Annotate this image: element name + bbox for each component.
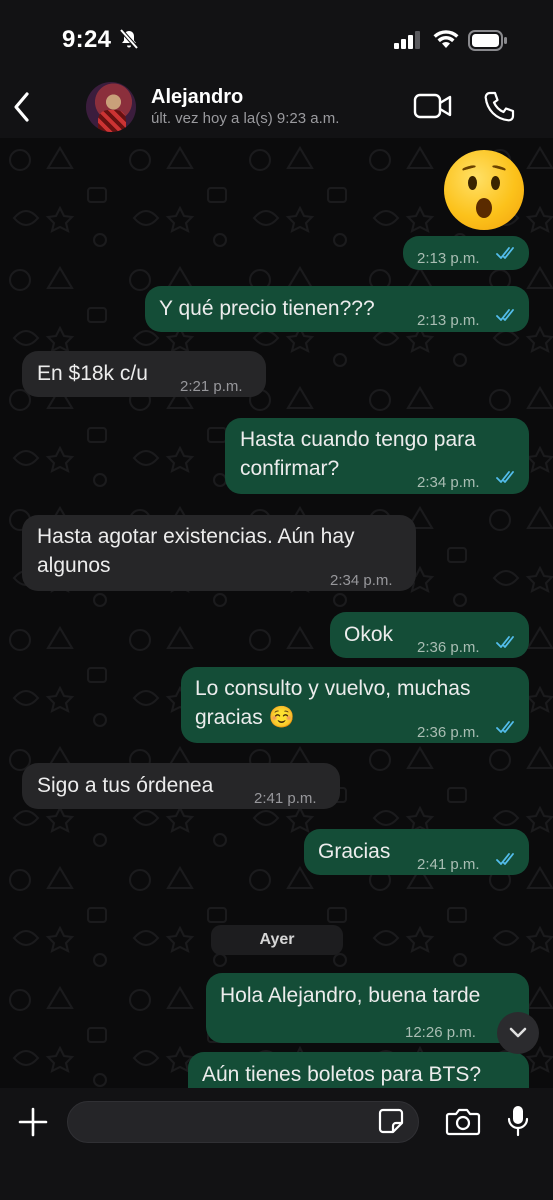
- mic-icon[interactable]: [506, 1104, 530, 1138]
- message-time: 2:34 p.m.: [417, 474, 480, 491]
- message-composer: [0, 1088, 553, 1200]
- contact-name[interactable]: Alejandro: [151, 86, 243, 109]
- signal-icon: [394, 31, 420, 49]
- message-bubble-out[interactable]: Hola Alejandro, buena tarde 12:26 p.m.: [206, 973, 529, 1043]
- message-bubble-in[interactable]: Hasta agotar existencias. Aún hay alguno…: [22, 515, 416, 591]
- chat-header: Alejandro últ. vez hoy a la(s) 9:23 a.m.: [0, 80, 553, 138]
- scroll-to-bottom-button[interactable]: [497, 1012, 539, 1054]
- message-bubble-out[interactable]: Lo consulto y vuelvo, muchas gracias ☺️ …: [181, 667, 529, 743]
- battery-icon: [468, 30, 507, 51]
- message-emoji-astonished[interactable]: [444, 150, 524, 230]
- message-text-line: gracias ☺️: [195, 706, 295, 729]
- message-text: Hola Alejandro, buena tarde: [220, 984, 481, 1007]
- message-bubble-out[interactable]: Hasta cuando tengo para confirmar? 2:34 …: [225, 418, 529, 494]
- read-ticks-icon: [496, 309, 514, 321]
- emoji-eye-right: [491, 176, 500, 190]
- avatar-figure: [98, 110, 126, 132]
- message-text: Gracias: [318, 840, 391, 863]
- message-input[interactable]: [67, 1101, 419, 1143]
- message-time: 2:34 p.m.: [330, 572, 393, 589]
- message-bubble-in[interactable]: En $18k c/u 2:21 p.m.: [22, 351, 266, 397]
- message-bubble-out[interactable]: Y qué precio tienen??? 2:13 p.m.: [145, 286, 529, 332]
- emoji-brow-right: [491, 164, 507, 172]
- avatar[interactable]: [86, 82, 136, 132]
- message-time: 2:41 p.m.: [254, 790, 317, 807]
- message-time: 2:21 p.m.: [180, 378, 243, 395]
- video-call-icon[interactable]: [413, 92, 453, 120]
- wifi-icon: [433, 30, 459, 48]
- read-ticks-icon: [496, 721, 514, 733]
- message-text: Sigo a tus órdenea: [37, 774, 214, 797]
- emoji-brow-left: [461, 164, 477, 172]
- emoji-eye-left: [468, 176, 477, 190]
- message-text: Aún tienes boletos para BTS?: [202, 1063, 482, 1086]
- message-text-line: Hasta cuando tengo para: [240, 428, 476, 451]
- message-time: 2:36 p.m.: [417, 724, 480, 741]
- message-text: Y qué precio tienen???: [159, 297, 375, 320]
- read-ticks-icon: [496, 853, 514, 865]
- emoji-mouth: [476, 198, 492, 218]
- message-text: En $18k c/u: [37, 362, 148, 385]
- read-ticks-icon: [496, 471, 514, 483]
- chat-area[interactable]: 2:13 p.m. Y qué precio tienen??? 2:13 p.…: [0, 138, 553, 1088]
- message-text-line: confirmar?: [240, 457, 340, 480]
- day-separator: Ayer: [211, 925, 343, 955]
- message-time: 2:41 p.m.: [417, 856, 480, 873]
- message-text-line: algunos: [37, 554, 111, 577]
- read-ticks-icon: [496, 247, 514, 259]
- message-text-line: Hasta agotar existencias. Aún hay: [37, 525, 355, 548]
- back-icon[interactable]: [10, 90, 34, 124]
- message-time: 12:26 p.m.: [405, 1024, 476, 1041]
- status-time: 9:24: [62, 26, 112, 53]
- sticker-icon[interactable]: [377, 1107, 405, 1135]
- message-text-line: Lo consulto y vuelvo, muchas: [195, 677, 471, 700]
- message-bubble-in[interactable]: Sigo a tus órdenea 2:41 p.m.: [22, 763, 340, 809]
- message-bubble-out[interactable]: 2:13 p.m.: [403, 236, 529, 270]
- message-time: 2:13 p.m.: [417, 312, 480, 329]
- message-text: Okok: [344, 623, 394, 646]
- message-bubble-out[interactable]: Gracias 2:41 p.m.: [304, 829, 529, 875]
- message-time: 2:36 p.m.: [417, 639, 480, 656]
- read-ticks-icon: [496, 636, 514, 648]
- chevron-down-icon: [509, 1027, 527, 1038]
- last-seen-status: últ. vez hoy a la(s) 9:23 a.m.: [151, 110, 340, 127]
- message-time: 2:13 p.m.: [417, 250, 480, 267]
- message-bubble-out[interactable]: Aún tienes boletos para BTS?: [188, 1052, 529, 1088]
- voice-call-icon[interactable]: [482, 90, 516, 124]
- plus-icon[interactable]: [17, 1106, 49, 1138]
- status-bar: 9:24: [0, 0, 553, 80]
- message-bubble-out[interactable]: Okok 2:36 p.m.: [330, 612, 529, 658]
- camera-icon[interactable]: [445, 1107, 481, 1137]
- bell-muted-icon: [119, 28, 139, 50]
